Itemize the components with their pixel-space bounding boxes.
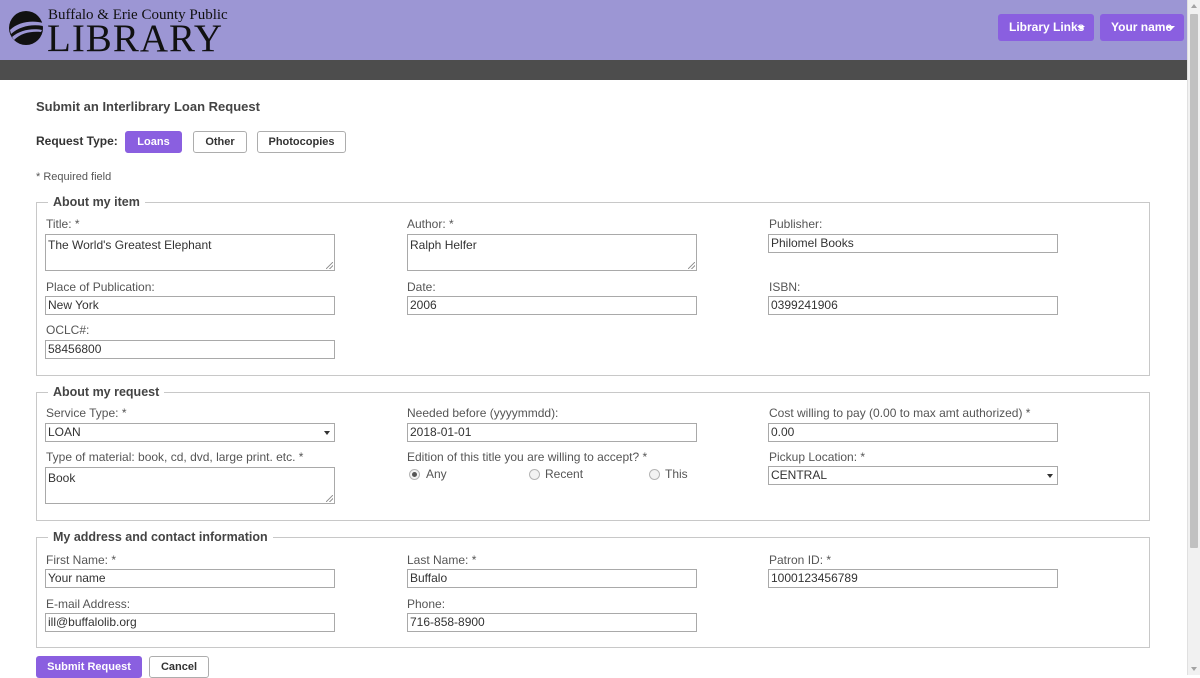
request-type-label: Request Type: <box>36 134 118 148</box>
library-links-dropdown[interactable]: Library Links <box>998 14 1094 41</box>
request-type-photocopies-button[interactable]: Photocopies <box>257 131 346 153</box>
isbn-input[interactable]: 0399241906 <box>768 296 1058 315</box>
caret-down-icon <box>1077 26 1085 30</box>
logo-title: LIBRARY <box>47 17 224 60</box>
pickup-location-label: Pickup Location: * <box>769 450 866 464</box>
contact-legend: My address and contact information <box>53 530 268 544</box>
edition-recent-radio[interactable] <box>529 469 540 480</box>
first-name-input[interactable]: Your name <box>45 569 335 588</box>
author-value: Ralph Helfer <box>410 238 477 252</box>
edition-this-radio[interactable] <box>649 469 660 480</box>
first-name-label: First Name: * <box>46 553 117 567</box>
oclc-label: OCLC#: <box>46 323 90 337</box>
edition-recent-label: Recent <box>545 467 584 481</box>
material-type-label: Type of material: book, cd, dvd, large p… <box>46 450 304 464</box>
service-type-select[interactable]: LOAN <box>45 423 335 442</box>
title-label: Title: * <box>46 217 80 231</box>
pickup-location-select[interactable]: CENTRAL <box>768 466 1058 485</box>
resize-grip-icon[interactable] <box>326 495 333 502</box>
site-header: Buffalo & Erie County Public LIBRARY Lib… <box>0 0 1187 60</box>
resize-grip-icon[interactable] <box>688 262 695 269</box>
needed-before-label: Needed before (yyyymmdd): <box>407 406 559 420</box>
patron-id-label: Patron ID: * <box>769 553 832 567</box>
about-item-legend: About my item <box>53 195 140 209</box>
cost-label: Cost willing to pay (0.00 to max amt aut… <box>769 406 1031 420</box>
title-value: The World's Greatest Elephant <box>48 238 212 252</box>
email-input[interactable]: ill@buffalolib.org <box>45 613 335 632</box>
library-logo-icon <box>9 11 43 45</box>
material-type-value: Book <box>48 471 76 485</box>
request-type-loans-button[interactable]: Loans <box>125 131 182 153</box>
edition-any-radio[interactable] <box>409 469 420 480</box>
user-name-label: Your name <box>1111 20 1173 34</box>
needed-before-input[interactable]: 2018-01-01 <box>407 423 697 442</box>
title-textarea[interactable]: The World's Greatest Elephant <box>45 234 335 271</box>
select-arrow-icon <box>324 431 330 435</box>
cost-input[interactable]: 0.00 <box>768 423 1058 442</box>
pickup-location-value: CENTRAL <box>771 468 828 482</box>
user-menu-dropdown[interactable]: Your name <box>1100 14 1184 41</box>
caret-down-icon <box>1167 26 1175 30</box>
scroll-thumb[interactable] <box>1190 14 1198 548</box>
required-field-note: * Required field <box>36 171 112 183</box>
nav-bar <box>0 60 1187 80</box>
phone-input[interactable]: 716-858-8900 <box>407 613 697 632</box>
author-textarea[interactable]: Ralph Helfer <box>407 234 697 271</box>
resize-grip-icon[interactable] <box>326 262 333 269</box>
author-label: Author: * <box>407 217 454 231</box>
library-links-label: Library Links <box>1009 20 1085 34</box>
edition-this-label: This <box>665 467 688 481</box>
select-arrow-icon <box>1047 474 1053 478</box>
isbn-label: ISBN: <box>769 280 801 294</box>
last-name-label: Last Name: * <box>407 553 477 567</box>
service-type-label: Service Type: * <box>46 406 127 420</box>
oclc-input[interactable]: 58456800 <box>45 340 335 359</box>
email-label: E-mail Address: <box>46 597 131 611</box>
patron-id-input[interactable]: 1000123456789 <box>768 569 1058 588</box>
edition-any-label: Any <box>426 467 447 481</box>
last-name-input[interactable]: Buffalo <box>407 569 697 588</box>
date-label: Date: <box>407 280 436 294</box>
scroll-up-arrow-icon[interactable] <box>1191 4 1197 8</box>
about-request-legend: About my request <box>53 385 160 399</box>
service-type-value: LOAN <box>48 425 81 439</box>
edition-label: Edition of this title you are willing to… <box>407 450 648 464</box>
page-title: Submit an Interlibrary Loan Request <box>36 99 260 114</box>
request-type-other-button[interactable]: Other <box>193 131 247 153</box>
publisher-label: Publisher: <box>769 217 823 231</box>
place-of-publication-input[interactable]: New York <box>45 296 335 315</box>
material-type-textarea[interactable]: Book <box>45 467 335 504</box>
page-scrollbar[interactable] <box>1187 0 1200 675</box>
phone-label: Phone: <box>407 597 446 611</box>
publisher-input[interactable]: Philomel Books <box>768 234 1058 253</box>
scroll-down-arrow-icon[interactable] <box>1191 667 1197 671</box>
date-input[interactable]: 2006 <box>407 296 697 315</box>
place-of-publication-label: Place of Publication: <box>46 280 155 294</box>
